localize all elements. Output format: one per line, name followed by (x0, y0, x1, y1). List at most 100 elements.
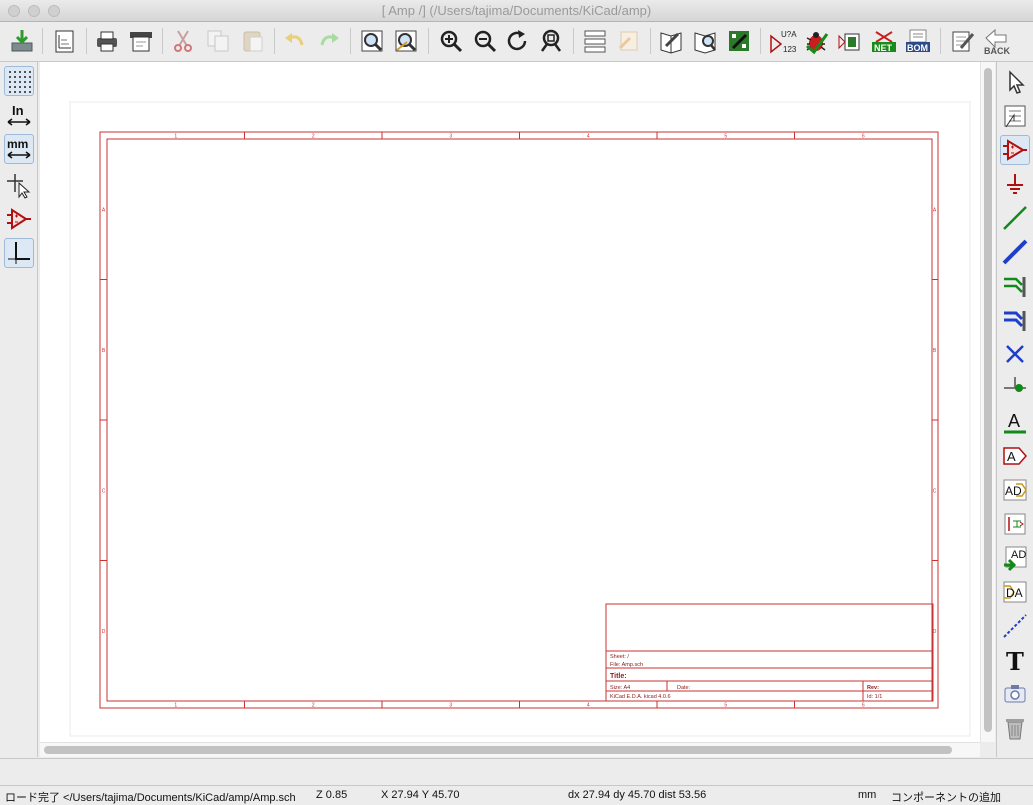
hierarchy-nav-tool-button[interactable] (1000, 101, 1030, 131)
bus-bus-entry-tool-button[interactable] (1000, 305, 1030, 335)
add-wire-tool-button[interactable] (1000, 203, 1030, 233)
back-button[interactable]: BACK (981, 26, 1011, 56)
library-browser-button[interactable] (690, 26, 720, 56)
svg-text:mm: mm (7, 137, 28, 151)
page-settings-button[interactable] (49, 26, 79, 56)
add-power-tool-button[interactable] (1000, 169, 1030, 199)
pcb-button[interactable] (724, 26, 754, 56)
column-label-top: 5 (724, 134, 727, 140)
erc-button[interactable] (801, 26, 831, 56)
column-label-top: 6 (862, 134, 865, 140)
search-icon (361, 30, 383, 52)
wire-bus-entry-tool-button[interactable] (1000, 271, 1030, 301)
svg-text:AD: AD (1005, 484, 1022, 498)
svg-text:In: In (12, 103, 24, 118)
hier-sheet-icon (1004, 513, 1026, 535)
redraw-button[interactable] (503, 26, 533, 56)
library-editor-icon (660, 32, 682, 54)
add-component-icon (1003, 139, 1027, 161)
row-label-left: D (102, 629, 106, 635)
find-replace-icon (395, 30, 417, 52)
find-button[interactable] (357, 26, 387, 56)
print-button[interactable] (92, 26, 122, 56)
schematic-canvas[interactable]: 1 1 2 2 3 3 4 4 5 5 6 6 A A B B C C D D Sheet: / File: Amp.sc… (40, 62, 980, 742)
main-toolbar: U?A 123 NET BOM BACK (0, 22, 1033, 62)
vertical-scroll-thumb[interactable] (984, 68, 992, 732)
select-tool-button[interactable] (1000, 67, 1030, 97)
footprint-assign-button[interactable] (835, 26, 865, 56)
find-replace-button[interactable] (391, 26, 421, 56)
leave-sheet-icon (618, 31, 638, 51)
bus-bus-entry-icon (1004, 311, 1026, 331)
status-message: ロード完了 </Users/tajima/Documents/KiCad/amp… (5, 792, 296, 804)
leave-sheet-button[interactable] (614, 26, 644, 56)
units-inch-button[interactable]: In (4, 100, 34, 130)
annotate-button[interactable]: U?A 123 (767, 26, 797, 56)
zoom-in-button[interactable] (436, 26, 466, 56)
save-button[interactable] (7, 26, 37, 56)
column-label-top: 2 (312, 134, 315, 140)
message-panel (0, 758, 1033, 786)
no-connect-tool-button[interactable] (1000, 339, 1030, 369)
status-cursor-xy: X 27.94 Y 45.70 (381, 789, 460, 801)
graphic-line-tool-button[interactable] (1000, 611, 1030, 641)
redraw-icon (507, 30, 527, 51)
undo-icon (285, 33, 304, 46)
horizontal-scrollbar[interactable] (40, 742, 980, 757)
cut-button[interactable] (168, 26, 198, 56)
netlist-button[interactable]: NET (869, 26, 899, 56)
import-sheet-pin-icon: AD (1004, 546, 1027, 572)
netlist-icon: NET (872, 31, 896, 53)
net-label-tool-button[interactable]: A (1000, 407, 1030, 437)
status-delta: dx 27.94 dy 45.70 dist 53.56 (568, 789, 707, 801)
row-label-right: C (933, 488, 937, 494)
junction-tool-button[interactable] (1000, 373, 1030, 403)
wire-angle-button[interactable] (4, 238, 34, 268)
global-label-tool-button[interactable]: A (1000, 441, 1030, 471)
add-bus-tool-button[interactable] (1000, 237, 1030, 267)
horizontal-scroll-thumb[interactable] (44, 746, 952, 754)
bom-button[interactable]: BOM (903, 26, 933, 56)
wire-icon (1003, 206, 1027, 230)
mm-units-icon: mm (7, 137, 31, 159)
vertical-scrollbar[interactable] (980, 62, 995, 742)
text-icon: T (1006, 647, 1024, 676)
column-label-bottom: 1 (174, 703, 177, 709)
title-block-date: Date: (677, 685, 691, 691)
units-mm-button[interactable]: mm (4, 134, 34, 164)
hidden-pins-button[interactable] (4, 204, 34, 234)
camera-image-icon (1004, 685, 1026, 703)
plot-icon (130, 32, 152, 52)
delete-tool-button[interactable] (1000, 713, 1030, 743)
paste-button[interactable] (238, 26, 268, 56)
hier-sheet-tool-button[interactable] (1000, 509, 1030, 539)
zoom-fit-icon (540, 29, 562, 52)
schematic-sheet: 112233445566A AB BC CD DSheet: /File: Amp.sc… (69, 101, 971, 737)
add-component-tool-button[interactable] (1000, 135, 1030, 165)
svg-text:A: A (1008, 411, 1020, 431)
wire-bus-entry-icon (1004, 277, 1026, 297)
undo-button[interactable] (280, 26, 310, 56)
grid-toggle-button[interactable] (4, 66, 34, 96)
global-label-icon: A (1003, 447, 1027, 465)
column-label-bottom: 2 (312, 703, 315, 709)
cursor-shape-button[interactable] (4, 170, 34, 200)
zoom-fit-button[interactable] (536, 26, 566, 56)
plot-button[interactable] (126, 26, 156, 56)
library-browser-icon (694, 32, 716, 54)
hierarchy-navigator-button[interactable] (580, 26, 610, 56)
svg-text:DA: DA (1006, 586, 1023, 600)
window-titlebar: [ Amp /] (/Users/tajima/Documents/KiCad/… (0, 0, 1033, 22)
copy-button[interactable] (203, 26, 233, 56)
import-footprint-button[interactable] (947, 26, 977, 56)
zoom-out-button[interactable] (470, 26, 500, 56)
import-sheet-pin-tool-button[interactable]: AD (1000, 543, 1030, 573)
title-block-title: Title: (610, 673, 627, 680)
graphic-text-tool-button[interactable]: T (1000, 645, 1030, 676)
redo-button[interactable] (314, 26, 344, 56)
sheet-pin-tool-button[interactable]: DA (1000, 577, 1030, 607)
hier-label-tool-button[interactable]: AD (1000, 475, 1030, 505)
right-toolbar: A A AD AD DA T (996, 62, 1033, 757)
library-editor-button[interactable] (656, 26, 686, 56)
add-image-tool-button[interactable] (1000, 679, 1030, 709)
